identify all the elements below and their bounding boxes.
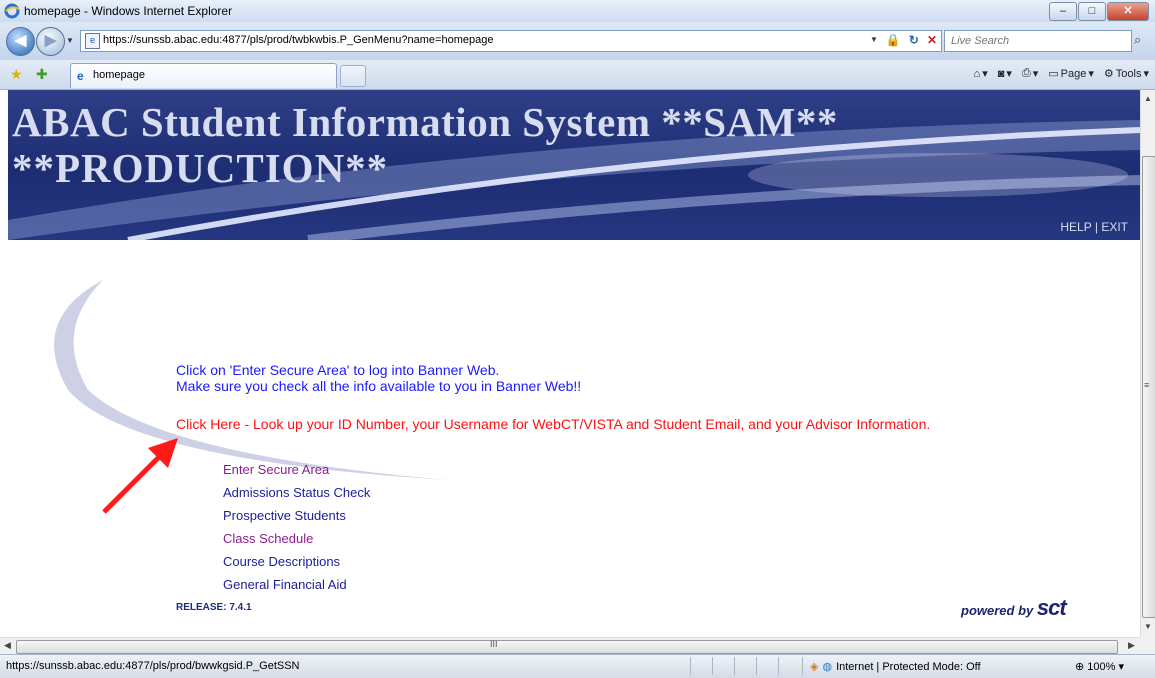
menu-item-prospective-students[interactable]: Prospective Students <box>223 504 370 527</box>
search-icon[interactable]: ⌕ <box>1134 32 1141 48</box>
maximize-button[interactable]: □ <box>1078 2 1106 21</box>
add-favorites-icon[interactable]: ✚ <box>36 66 48 83</box>
back-arrow-icon: ◀ <box>14 32 27 49</box>
print-button[interactable]: ⎙ ▾ <box>1022 67 1038 80</box>
window-title: homepage - Windows Internet Explorer <box>24 4 233 18</box>
ie-logo-icon <box>4 3 20 22</box>
security-zone[interactable]: ◈ ◍ Internet | Protected Mode: Off <box>810 660 981 674</box>
info-line-1: Click on 'Enter Secure Area' to log into… <box>176 362 500 378</box>
status-divider <box>712 657 713 675</box>
powered-by-sct-logo: powered by sct <box>961 595 1067 621</box>
status-divider <box>778 657 779 675</box>
ie-tab-icon: e <box>77 69 84 83</box>
scroll-right-icon[interactable]: ▶ <box>1128 640 1135 651</box>
home-button[interactable]: ⌂ ▾ <box>973 67 988 81</box>
banner-title-line1: ABAC Student Information System **SAM** <box>12 99 838 145</box>
page-menu-label: Page <box>1060 67 1087 80</box>
menu-item-class-schedule[interactable]: Class Schedule <box>223 527 370 550</box>
info-text: Click on 'Enter Secure Area' to log into… <box>176 362 581 394</box>
tools-menu[interactable]: ⚙ Tools ▾ <box>1103 67 1149 81</box>
page-menu[interactable]: ▭ Page ▾ <box>1048 67 1094 81</box>
menu-item-admissions-status-check[interactable]: Admissions Status Check <box>223 481 370 504</box>
search-box[interactable] <box>944 30 1132 52</box>
exit-link[interactable]: EXIT <box>1101 220 1128 234</box>
protected-mode-icon: ◈ <box>810 661 819 673</box>
globe-icon: ◍ <box>822 661 833 673</box>
page-menu-icon: ▭ <box>1048 68 1059 80</box>
command-bar: ⌂ ▾ ◙ ▾ ⎙ ▾ ▭ Page ▾ ⚙ Tools ▾ <box>974 67 1149 80</box>
sct-brand-text: sct <box>1036 595 1067 620</box>
back-button[interactable]: ◀ <box>6 27 35 56</box>
status-divider <box>690 657 691 675</box>
minimize-button[interactable]: – <box>1049 2 1077 21</box>
feeds-button[interactable]: ◙ ▾ <box>997 67 1012 81</box>
horizontal-scrollbar[interactable]: ◀ III ▶ <box>0 637 1140 655</box>
powered-by-text: powered by <box>961 603 1034 618</box>
scroll-down-icon[interactable]: ▼ <box>1144 622 1152 631</box>
zoom-level: 100% <box>1087 661 1116 673</box>
search-input[interactable] <box>949 32 1103 50</box>
zone-label: Internet | Protected Mode: Off <box>836 660 981 673</box>
refresh-icon[interactable]: ↻ <box>909 33 919 47</box>
menu-item-enter-secure-area[interactable]: Enter Secure Area <box>223 458 370 481</box>
info-line-2: Make sure you check all the info availab… <box>176 378 582 394</box>
page-content: ABAC Student Information System **SAM** … <box>8 90 1140 637</box>
zoom-icon: ⊕ <box>1075 661 1085 673</box>
recent-pages-dropdown-icon[interactable]: ▼ <box>66 36 74 45</box>
zoom-control[interactable]: ⊕ 100% ▾ <box>1075 660 1124 673</box>
close-window-button[interactable]: ✕ <box>1107 2 1149 21</box>
tab-homepage[interactable]: e homepage <box>70 63 337 88</box>
menu-item-general-financial-aid[interactable]: General Financial Aid <box>223 573 370 596</box>
feeds-icon: ◙ <box>997 67 1005 80</box>
horizontal-scroll-thumb[interactable] <box>16 640 1118 654</box>
new-tab-button[interactable] <box>340 65 366 87</box>
menu-item-course-descriptions[interactable]: Course Descriptions <box>223 550 370 573</box>
home-icon: ⌂ <box>973 67 981 80</box>
print-icon: ⎙ <box>1021 67 1031 79</box>
lock-icon[interactable]: 🔒 <box>886 33 901 47</box>
address-bar[interactable]: e https://sunssb.abac.edu:4877/pls/prod/… <box>80 30 942 52</box>
red-arrow-annotation <box>102 438 178 514</box>
address-dropdown-icon[interactable]: ▼ <box>870 35 878 47</box>
lookup-id-link[interactable]: Click Here - Look up your ID Number, you… <box>176 416 930 432</box>
stop-icon[interactable]: ✕ <box>927 33 937 47</box>
tools-menu-label: Tools <box>1115 67 1142 80</box>
scroll-up-icon[interactable]: ▲ <box>1144 94 1152 103</box>
tab-label: homepage <box>93 69 145 81</box>
status-url: https://sunssb.abac.edu:4877/pls/prod/bw… <box>6 660 300 672</box>
status-divider <box>756 657 757 675</box>
gear-icon: ⚙ <box>1103 68 1114 80</box>
address-toolbar: ◀ ▶ ▼ e https://sunssb.abac.edu:4877/pls… <box>0 22 1155 60</box>
status-divider <box>734 657 735 675</box>
window-controls: – □ ✕ <box>1049 2 1149 21</box>
scroll-grip-horizontal-icon: III <box>490 639 498 649</box>
header-banner: ABAC Student Information System **SAM** … <box>8 90 1140 240</box>
favorites-star-icon[interactable]: ★ <box>10 66 23 83</box>
link-separator: | <box>1094 220 1098 234</box>
vertical-scrollbar[interactable]: ▲ ≡ ▼ <box>1140 90 1155 637</box>
address-url[interactable]: https://sunssb.abac.edu:4877/pls/prod/tw… <box>103 34 493 46</box>
status-divider <box>802 657 803 675</box>
forward-button[interactable]: ▶ <box>36 27 65 56</box>
scrollbar-corner <box>1140 637 1155 654</box>
main-menu: Enter Secure Area Admissions Status Chec… <box>223 458 370 596</box>
status-bar: https://sunssb.abac.edu:4877/pls/prod/bw… <box>0 654 1155 678</box>
zoom-dropdown-icon: ▾ <box>1118 661 1125 673</box>
favorites-bar: ★ ✚ e homepage ⌂ ▾ ◙ ▾ ⎙ ▾ ▭ Page ▾ ⚙ Tools ▾ <box>0 60 1155 90</box>
release-label: RELEASE: 7.4.1 <box>176 602 252 613</box>
scroll-left-icon[interactable]: ◀ <box>4 640 11 651</box>
page-icon: e <box>85 33 100 49</box>
window-title-bar: homepage - Windows Internet Explorer – □… <box>0 0 1155 23</box>
address-actions: ▼ 🔒 ↻ ✕ <box>870 33 937 47</box>
help-link[interactable]: HELP <box>1060 220 1091 234</box>
scroll-grip-icon: ≡ <box>1144 380 1150 390</box>
banner-title-line2: **PRODUCTION** <box>12 145 389 191</box>
forward-arrow-icon: ▶ <box>44 32 57 49</box>
banner-links: HELP | EXIT <box>1060 220 1128 234</box>
